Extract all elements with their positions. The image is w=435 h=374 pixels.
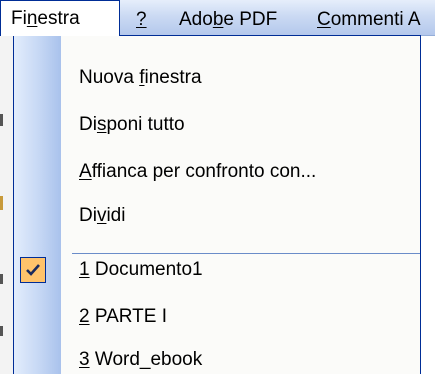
menu-item-label: 3 Word_ebook bbox=[79, 349, 203, 370]
menu-finestra[interactable]: Finestra bbox=[0, 0, 120, 36]
ruler-mark bbox=[0, 274, 3, 284]
menu-item-affianca[interactable]: Affianca per confronto con... bbox=[14, 150, 420, 194]
menu-help-label: ? bbox=[136, 9, 147, 30]
document-area-right bbox=[421, 36, 435, 374]
menu-adobe-pdf[interactable]: Adobe PDF bbox=[179, 8, 277, 32]
ruler-mark bbox=[0, 196, 3, 210]
ruler-mark bbox=[0, 326, 3, 336]
menu-adobe-pdf-label: Adobe PDF bbox=[179, 9, 278, 30]
document-area-left bbox=[0, 36, 13, 374]
menu-item-window-1[interactable]: 1 Documento1 bbox=[14, 248, 420, 292]
menu-item-window-3[interactable]: 3 Word_ebook bbox=[14, 338, 420, 374]
menu-item-disponi-tutto[interactable]: Disponi tutto bbox=[14, 103, 420, 147]
menu-item-window-2[interactable]: 2 PARTE I bbox=[14, 295, 420, 339]
menu-finestra-label: Finestra bbox=[11, 8, 80, 29]
menu-item-label: 1 Documento1 bbox=[79, 259, 203, 280]
menu-item-dividi[interactable]: Dividi bbox=[14, 194, 420, 238]
finestra-dropdown-menu: Nuova finestra Disponi tutto Affianca pe… bbox=[13, 35, 421, 374]
menu-bar: Finestra ? Adobe PDF Commenti A bbox=[0, 0, 435, 36]
checkmark-icon bbox=[20, 257, 46, 283]
menu-commenti[interactable]: Commenti A bbox=[317, 8, 421, 32]
menu-item-nuova-finestra[interactable]: Nuova finestra bbox=[14, 56, 420, 100]
menu-item-label: 2 PARTE I bbox=[79, 306, 168, 327]
menu-help[interactable]: ? bbox=[136, 8, 147, 32]
menu-item-label: Disponi tutto bbox=[79, 114, 185, 135]
ruler-mark bbox=[0, 114, 3, 126]
menu-item-label: Dividi bbox=[79, 205, 126, 226]
menu-commenti-label: Commenti A bbox=[317, 9, 421, 30]
menu-item-label: Nuova finestra bbox=[79, 67, 202, 88]
menu-item-label: Affianca per confronto con... bbox=[79, 161, 317, 182]
